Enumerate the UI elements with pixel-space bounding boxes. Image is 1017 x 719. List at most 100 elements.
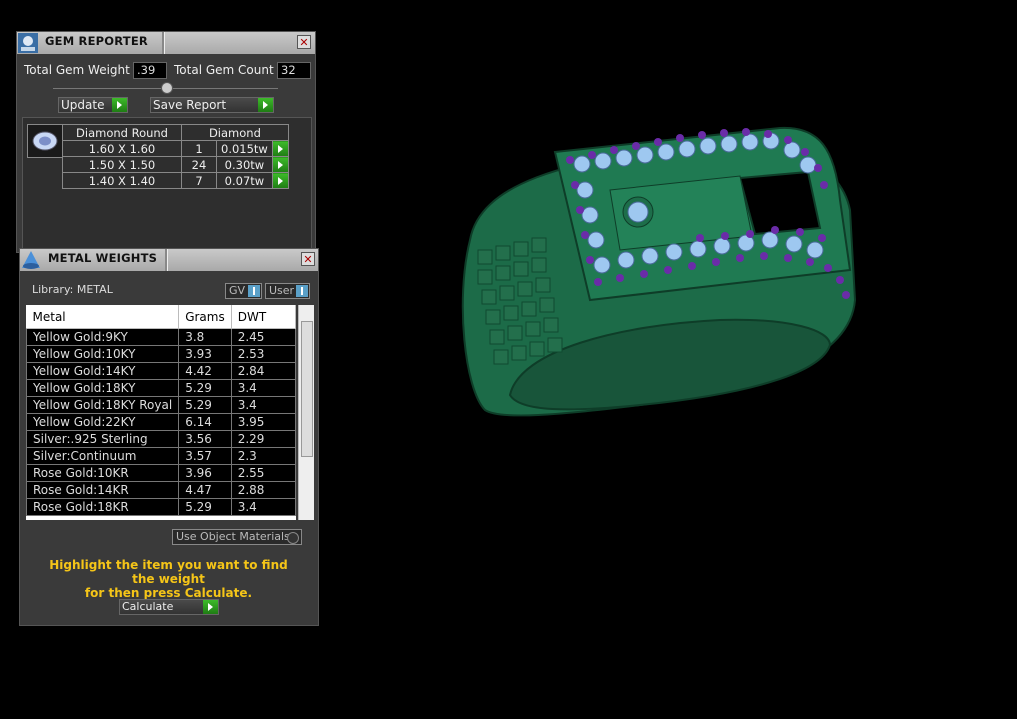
table-row[interactable]: Silver:.925 Sterling 3.56 2.29 xyxy=(26,430,296,448)
gem-reporter-close-icon[interactable]: ✕ xyxy=(297,35,311,49)
diamond-round-thumbnail[interactable] xyxy=(27,124,63,158)
table-row[interactable]: Yellow Gold:10KY 3.93 2.53 xyxy=(26,345,296,363)
ring-model xyxy=(461,126,857,417)
update-button[interactable]: Update xyxy=(58,97,128,113)
gem-reporter-titlebar[interactable]: GEM REPORTER ✕ xyxy=(17,32,315,54)
play-arrow-icon xyxy=(203,600,218,614)
table-row[interactable]: Rose Gold:18KR 5.29 3.4 xyxy=(26,498,296,516)
gem-weight: 0.015tw xyxy=(216,140,273,157)
metal-grams: 5.29 xyxy=(178,498,232,516)
use-object-materials-toggle[interactable]: Use Object Materials xyxy=(172,529,302,545)
toggle-radio-icon xyxy=(287,532,299,544)
metal-grams: 6.14 xyxy=(178,413,232,431)
total-gem-weight-value: .39 xyxy=(133,62,167,79)
gem-table-header-shape: Diamond Round xyxy=(62,124,182,141)
metal-column-header[interactable]: Metal xyxy=(26,305,180,329)
user-toggle[interactable]: User xyxy=(265,283,310,299)
table-row[interactable]: Yellow Gold:14KY 4.42 2.84 xyxy=(26,362,296,380)
metal-dwt: 3.4 xyxy=(230,498,296,516)
metal-dwt: 2.29 xyxy=(230,430,296,448)
table-row[interactable]: Yellow Gold:18KY Royal 5.29 3.4 xyxy=(26,396,296,414)
gem-count: 24 xyxy=(181,156,217,173)
metal-grams: 3.93 xyxy=(178,345,232,363)
gem-size: 1.40 X 1.40 xyxy=(62,172,182,189)
user-toggle-label: User xyxy=(269,284,295,297)
metal-dwt: 2.3 xyxy=(230,447,296,465)
play-arrow-icon[interactable] xyxy=(271,156,289,173)
play-arrow-icon xyxy=(112,98,127,112)
metal-dwt: 2.45 xyxy=(230,328,296,346)
metal-dwt: 2.88 xyxy=(230,481,296,499)
table-row[interactable]: Yellow Gold:22KY 6.14 3.95 xyxy=(26,413,296,431)
metal-dwt: 3.95 xyxy=(230,413,296,431)
hint-line-2: for then press Calculate. xyxy=(84,586,253,600)
gv-toggle[interactable]: GV xyxy=(225,283,262,299)
metal-grams: 3.8 xyxy=(178,328,232,346)
table-row[interactable]: Silver:Continuum 3.57 2.3 xyxy=(26,447,296,465)
gem-reporter-icon xyxy=(17,32,39,54)
metal-weights-icon xyxy=(20,249,42,271)
metal-grams: 3.57 xyxy=(178,447,232,465)
dwt-column-header[interactable]: DWT xyxy=(231,305,296,329)
metal-name: Yellow Gold:10KY xyxy=(26,345,180,363)
gem-row[interactable]: 1.40 X 1.40 7 0.07tw xyxy=(62,172,289,189)
title-separator xyxy=(165,249,168,271)
table-row[interactable]: Yellow Gold:9KY 3.8 2.45 xyxy=(26,328,296,346)
metal-weights-close-icon[interactable]: ✕ xyxy=(301,252,315,266)
metal-name: Silver:.925 Sterling xyxy=(26,430,180,448)
center-stone xyxy=(627,201,649,223)
title-separator xyxy=(162,32,165,54)
metal-name: Yellow Gold:22KY xyxy=(26,413,180,431)
total-gem-count-value: 32 xyxy=(277,62,311,79)
metal-name: Yellow Gold:18KY Royal xyxy=(26,396,180,414)
gem-table: Diamond Round Diamond 1.60 X 1.60 1 0.01… xyxy=(62,124,289,189)
gv-toggle-label: GV xyxy=(229,284,246,297)
calculate-button[interactable]: Calculate xyxy=(119,599,219,615)
gem-count: 1 xyxy=(181,140,217,157)
play-arrow-icon[interactable] xyxy=(271,172,289,189)
calculate-button-label: Calculate xyxy=(122,600,174,613)
gem-row[interactable]: 1.50 X 1.50 24 0.30tw xyxy=(62,156,289,173)
metal-weights-panel: METAL WEIGHTS ✕ Library: METAL GV User M… xyxy=(19,248,319,626)
metal-table-container: Metal Grams DWT Yellow Gold:9KY 3.8 2.45 Y… xyxy=(26,305,296,520)
gem-list-area: Diamond Round Diamond 1.60 X 1.60 1 0.01… xyxy=(22,117,312,253)
table-row[interactable]: Yellow Gold:18KY 5.29 3.4 xyxy=(26,379,296,397)
metal-grams: 4.42 xyxy=(178,362,232,380)
gem-row[interactable]: 1.60 X 1.60 1 0.015tw xyxy=(62,140,289,157)
metal-weights-title: METAL WEIGHTS xyxy=(48,251,158,265)
table-row[interactable]: Rose Gold:14KR 4.47 2.88 xyxy=(26,481,296,499)
3d-viewport[interactable] xyxy=(330,0,1017,716)
metal-dwt: 3.4 xyxy=(230,396,296,414)
save-report-button[interactable]: Save Report xyxy=(150,97,274,113)
metal-grams: 5.29 xyxy=(178,396,232,414)
table-row[interactable]: Rose Gold:10KR 3.96 2.55 xyxy=(26,464,296,482)
save-report-button-label: Save Report xyxy=(153,98,227,112)
gem-count: 7 xyxy=(181,172,217,189)
metal-dwt: 2.53 xyxy=(230,345,296,363)
use-object-materials-label: Use Object Materials xyxy=(176,530,290,543)
metal-grams: 3.96 xyxy=(178,464,232,482)
grams-column-header[interactable]: Grams xyxy=(178,305,232,329)
total-gem-weight-label: Total Gem Weight xyxy=(24,63,130,77)
metal-name: Rose Gold:18KR xyxy=(26,498,180,516)
metal-name: Silver:Continuum xyxy=(26,447,180,465)
metal-grams: 4.47 xyxy=(178,481,232,499)
gem-size: 1.50 X 1.50 xyxy=(62,156,182,173)
metal-table-scrollbar[interactable] xyxy=(298,305,314,520)
hint-line-1: Highlight the item you want to find the … xyxy=(49,558,288,586)
scrollbar-thumb[interactable] xyxy=(301,321,313,457)
metal-dwt: 3.4 xyxy=(230,379,296,397)
slider-handle[interactable] xyxy=(161,82,173,94)
gem-size: 1.60 X 1.60 xyxy=(62,140,182,157)
gem-reporter-panel: GEM REPORTER ✕ Total Gem Weight .39 Tota… xyxy=(16,31,316,253)
play-arrow-icon[interactable] xyxy=(271,140,289,157)
update-button-label: Update xyxy=(61,98,105,112)
metal-name: Yellow Gold:14KY xyxy=(26,362,180,380)
metal-dwt: 2.84 xyxy=(230,362,296,380)
gem-weight: 0.30tw xyxy=(216,156,273,173)
metal-weights-titlebar[interactable]: METAL WEIGHTS ✕ xyxy=(20,249,318,271)
toggle-indicator-icon xyxy=(248,285,260,297)
metal-name: Rose Gold:14KR xyxy=(26,481,180,499)
metal-grams: 3.56 xyxy=(178,430,232,448)
gem-reporter-title: GEM REPORTER xyxy=(45,34,148,48)
